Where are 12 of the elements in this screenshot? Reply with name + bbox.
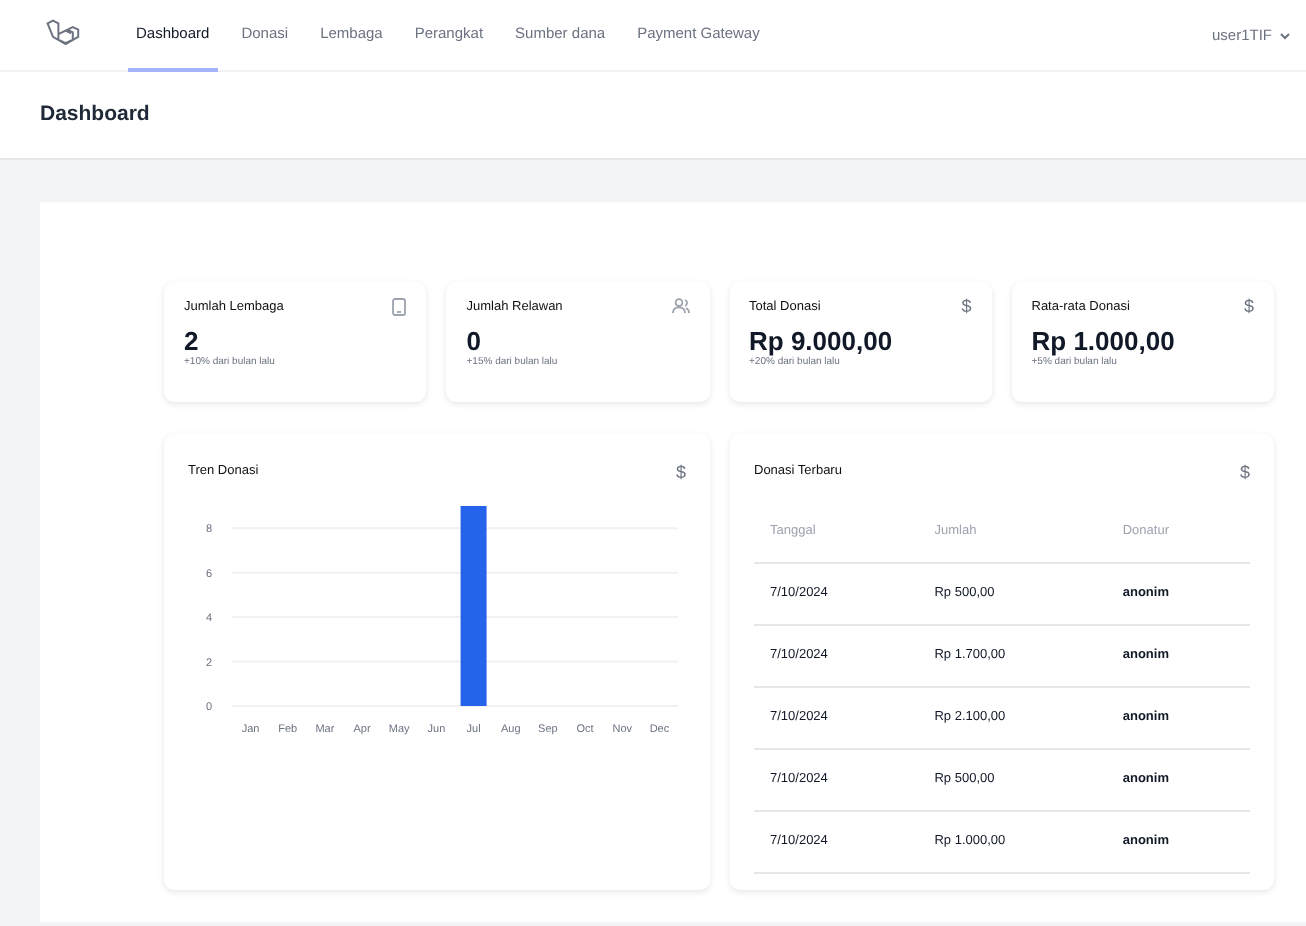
stat-value: 2 bbox=[184, 327, 201, 357]
users-icon bbox=[671, 298, 689, 314]
stat-value: Rp 1.000,00 bbox=[1031, 327, 1177, 356]
page-title: Dashboard bbox=[40, 99, 150, 130]
caret-icon[interactable] bbox=[1280, 31, 1290, 39]
dollar-icon: $ bbox=[1243, 298, 1254, 316]
dollar-icon: $ bbox=[961, 298, 972, 316]
tablet-icon bbox=[392, 298, 407, 316]
dollar-icon: $ bbox=[675, 462, 686, 482]
stat-value: 0 bbox=[466, 327, 483, 357]
stat-value: Rp 9.000,00 bbox=[749, 327, 895, 356]
dollar-icon: $ bbox=[1239, 462, 1250, 482]
